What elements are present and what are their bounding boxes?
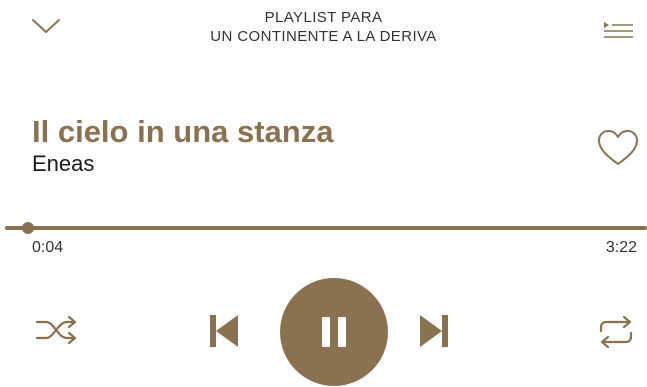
track-title: Il cielo in una stanza	[32, 114, 334, 149]
progress-bar[interactable]	[5, 222, 647, 234]
skip-previous-icon	[210, 315, 238, 347]
pause-icon	[322, 317, 346, 347]
skip-next-icon	[420, 315, 448, 347]
track-artist[interactable]: Eneas	[32, 151, 94, 177]
chevron-down-icon	[32, 19, 60, 33]
elapsed-time: 0:04	[32, 239, 64, 256]
playlist-title-line2: UN CONTINENTE A LA DERIVA	[210, 28, 437, 45]
previous-button[interactable]	[203, 308, 245, 354]
pause-button[interactable]	[280, 278, 388, 386]
shuffle-icon	[35, 315, 77, 345]
like-button[interactable]	[596, 128, 640, 168]
repeat-button[interactable]	[593, 312, 639, 352]
total-duration: 3:22	[605, 239, 637, 256]
shuffle-button[interactable]	[30, 310, 84, 350]
collapse-button[interactable]	[26, 6, 66, 46]
repeat-icon	[599, 315, 633, 349]
playlist-title-line1: PLAYLIST PARA	[264, 9, 383, 26]
queue-icon	[604, 22, 633, 38]
queue-button[interactable]	[598, 10, 638, 50]
next-button[interactable]	[413, 308, 455, 354]
progress-handle[interactable]	[22, 222, 34, 234]
heart-icon	[598, 130, 638, 165]
playlist-title: PLAYLIST PARA UN CONTINENTE A LA DERIVA	[150, 8, 497, 46]
